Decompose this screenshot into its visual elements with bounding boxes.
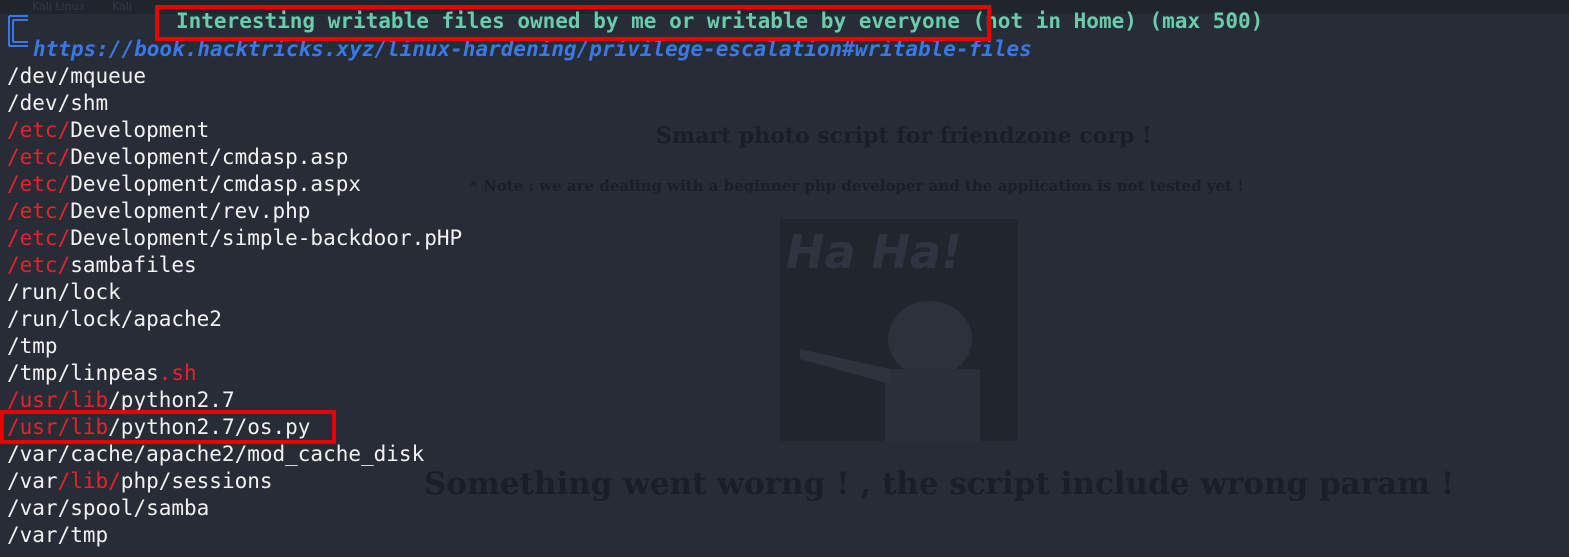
path-highlight: /etc/ <box>7 172 71 196</box>
list-item: /tmp/linpeas.sh <box>7 360 462 387</box>
path-highlight: /etc/ <box>7 226 71 250</box>
path-highlight: /lib/ <box>57 469 121 493</box>
path-text: /dev/mqueue <box>7 64 147 88</box>
list-item: /var/spool/samba <box>7 495 462 522</box>
path-text: Development/cmdasp.asp <box>70 145 349 169</box>
list-item: /etc/Development <box>7 117 462 144</box>
section-bracket-icon <box>8 15 28 47</box>
screen: Kali Linux Kali Smart photo script for f… <box>0 0 1569 557</box>
path-highlight: /etc/ <box>7 118 71 142</box>
terminal-output[interactable]: Interesting writable files owned by me o… <box>0 0 1569 557</box>
path-text: /python2.7 <box>108 388 235 412</box>
annotation-box-os-py <box>0 410 336 444</box>
path-text: Development/rev.php <box>70 199 311 223</box>
path-highlight: /etc/ <box>7 145 71 169</box>
section-header-rest: (not in Home) (max 500) <box>959 9 1264 33</box>
path-text: sambafiles <box>70 253 197 277</box>
list-item: /var/cache/apache2/mod_cache_disk <box>7 441 462 468</box>
list-item: /var/lib/php/sessions <box>7 468 462 495</box>
path-text: /var/tmp <box>7 523 109 547</box>
list-item: /etc/Development/cmdasp.aspx <box>7 171 462 198</box>
path-highlight: /etc/ <box>7 199 71 223</box>
path-text: Development/cmdasp.aspx <box>70 172 362 196</box>
path-text: Development <box>70 118 210 142</box>
list-item: /dev/shm <box>7 90 462 117</box>
path-text: /var <box>7 469 58 493</box>
annotation-box-header <box>155 5 991 41</box>
path-text: /var/spool/samba <box>7 496 210 520</box>
list-item: /run/lock/apache2 <box>7 306 462 333</box>
path-highlight: /etc/ <box>7 253 71 277</box>
path-text: Development/simple-backdoor.pHP <box>70 226 463 250</box>
path-text: php/sessions <box>120 469 273 493</box>
list-item: /var/tmp <box>7 522 462 549</box>
path-text: /dev/shm <box>7 91 109 115</box>
path-text: /run/lock <box>7 280 121 304</box>
path-highlight: /usr/lib <box>7 388 109 412</box>
path-text: /run/lock/apache2 <box>7 307 222 331</box>
list-item: /etc/sambafiles <box>7 252 462 279</box>
list-item: /etc/Development/cmdasp.asp <box>7 144 462 171</box>
list-item: /tmp <box>7 333 462 360</box>
path-highlight: .sh <box>158 361 197 385</box>
list-item: /dev/mqueue <box>7 63 462 90</box>
writable-files-list: /dev/mqueue /dev/shm /etc/Development /e… <box>7 63 462 549</box>
path-text: /var/cache/apache2/mod_cache_disk <box>7 442 425 466</box>
list-item: /etc/Development/simple-backdoor.pHP <box>7 225 462 252</box>
list-item: /run/lock <box>7 279 462 306</box>
path-text: /tmp <box>7 334 58 358</box>
path-text: /tmp/linpeas <box>7 361 159 385</box>
list-item: /etc/Development/rev.php <box>7 198 462 225</box>
